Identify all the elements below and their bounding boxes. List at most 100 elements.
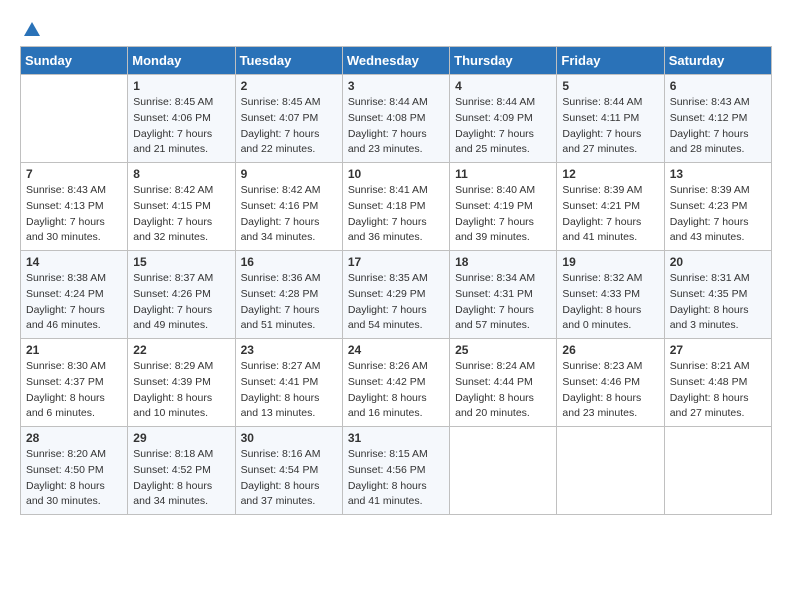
day-cell: [664, 427, 771, 515]
sunrise: Sunrise: 8:34 AM: [455, 272, 535, 284]
sunset: Sunset: 4:08 PM: [348, 112, 426, 124]
day-info: Sunrise: 8:40 AM Sunset: 4:19 PM Dayligh…: [455, 183, 551, 246]
sunrise: Sunrise: 8:29 AM: [133, 360, 213, 372]
day-number: 31: [348, 431, 444, 445]
day-info: Sunrise: 8:21 AM Sunset: 4:48 PM Dayligh…: [670, 359, 766, 422]
day-cell: 31 Sunrise: 8:15 AM Sunset: 4:56 PM Dayl…: [342, 427, 449, 515]
logo-icon: [22, 20, 42, 40]
day-number: 27: [670, 343, 766, 357]
day-info: Sunrise: 8:43 AM Sunset: 4:12 PM Dayligh…: [670, 95, 766, 158]
day-cell: 18 Sunrise: 8:34 AM Sunset: 4:31 PM Dayl…: [450, 251, 557, 339]
day-cell: 25 Sunrise: 8:24 AM Sunset: 4:44 PM Dayl…: [450, 339, 557, 427]
sunrise: Sunrise: 8:39 AM: [670, 184, 750, 196]
sunrise: Sunrise: 8:20 AM: [26, 448, 106, 460]
day-info: Sunrise: 8:15 AM Sunset: 4:56 PM Dayligh…: [348, 447, 444, 510]
sunset: Sunset: 4:29 PM: [348, 288, 426, 300]
day-number: 2: [241, 79, 337, 93]
day-info: Sunrise: 8:42 AM Sunset: 4:16 PM Dayligh…: [241, 183, 337, 246]
daylight: Daylight: 7 hours and 57 minutes.: [455, 304, 534, 332]
day-info: Sunrise: 8:32 AM Sunset: 4:33 PM Dayligh…: [562, 271, 658, 334]
daylight: Daylight: 7 hours and 41 minutes.: [562, 216, 641, 244]
daylight: Daylight: 7 hours and 32 minutes.: [133, 216, 212, 244]
sunset: Sunset: 4:56 PM: [348, 464, 426, 476]
sunrise: Sunrise: 8:16 AM: [241, 448, 321, 460]
day-number: 15: [133, 255, 229, 269]
sunset: Sunset: 4:33 PM: [562, 288, 640, 300]
day-number: 14: [26, 255, 122, 269]
day-number: 16: [241, 255, 337, 269]
header-saturday: Saturday: [664, 47, 771, 75]
daylight: Daylight: 8 hours and 10 minutes.: [133, 392, 212, 420]
day-number: 29: [133, 431, 229, 445]
day-info: Sunrise: 8:38 AM Sunset: 4:24 PM Dayligh…: [26, 271, 122, 334]
day-info: Sunrise: 8:36 AM Sunset: 4:28 PM Dayligh…: [241, 271, 337, 334]
sunrise: Sunrise: 8:37 AM: [133, 272, 213, 284]
day-number: 25: [455, 343, 551, 357]
day-cell: 24 Sunrise: 8:26 AM Sunset: 4:42 PM Dayl…: [342, 339, 449, 427]
day-cell: [557, 427, 664, 515]
calendar-header: SundayMondayTuesdayWednesdayThursdayFrid…: [21, 47, 772, 75]
daylight: Daylight: 8 hours and 41 minutes.: [348, 480, 427, 508]
day-number: 12: [562, 167, 658, 181]
day-info: Sunrise: 8:45 AM Sunset: 4:07 PM Dayligh…: [241, 95, 337, 158]
day-number: 26: [562, 343, 658, 357]
day-cell: 23 Sunrise: 8:27 AM Sunset: 4:41 PM Dayl…: [235, 339, 342, 427]
day-number: 13: [670, 167, 766, 181]
day-cell: 3 Sunrise: 8:44 AM Sunset: 4:08 PM Dayli…: [342, 75, 449, 163]
sunset: Sunset: 4:35 PM: [670, 288, 748, 300]
day-number: 21: [26, 343, 122, 357]
day-info: Sunrise: 8:31 AM Sunset: 4:35 PM Dayligh…: [670, 271, 766, 334]
sunrise: Sunrise: 8:40 AM: [455, 184, 535, 196]
daylight: Daylight: 8 hours and 23 minutes.: [562, 392, 641, 420]
sunrise: Sunrise: 8:45 AM: [241, 96, 321, 108]
header-wednesday: Wednesday: [342, 47, 449, 75]
day-cell: 28 Sunrise: 8:20 AM Sunset: 4:50 PM Dayl…: [21, 427, 128, 515]
day-number: 5: [562, 79, 658, 93]
day-number: 23: [241, 343, 337, 357]
sunrise: Sunrise: 8:43 AM: [26, 184, 106, 196]
sunset: Sunset: 4:28 PM: [241, 288, 319, 300]
week-row-4: 28 Sunrise: 8:20 AM Sunset: 4:50 PM Dayl…: [21, 427, 772, 515]
sunrise: Sunrise: 8:39 AM: [562, 184, 642, 196]
day-cell: 2 Sunrise: 8:45 AM Sunset: 4:07 PM Dayli…: [235, 75, 342, 163]
day-cell: 22 Sunrise: 8:29 AM Sunset: 4:39 PM Dayl…: [128, 339, 235, 427]
sunset: Sunset: 4:31 PM: [455, 288, 533, 300]
sunset: Sunset: 4:39 PM: [133, 376, 211, 388]
daylight: Daylight: 7 hours and 21 minutes.: [133, 128, 212, 156]
logo: [20, 20, 42, 40]
sunrise: Sunrise: 8:38 AM: [26, 272, 106, 284]
daylight: Daylight: 7 hours and 39 minutes.: [455, 216, 534, 244]
daylight: Daylight: 7 hours and 28 minutes.: [670, 128, 749, 156]
daylight: Daylight: 7 hours and 23 minutes.: [348, 128, 427, 156]
day-info: Sunrise: 8:30 AM Sunset: 4:37 PM Dayligh…: [26, 359, 122, 422]
daylight: Daylight: 7 hours and 34 minutes.: [241, 216, 320, 244]
sunset: Sunset: 4:13 PM: [26, 200, 104, 212]
daylight: Daylight: 8 hours and 0 minutes.: [562, 304, 641, 332]
sunrise: Sunrise: 8:36 AM: [241, 272, 321, 284]
day-cell: 4 Sunrise: 8:44 AM Sunset: 4:09 PM Dayli…: [450, 75, 557, 163]
day-info: Sunrise: 8:42 AM Sunset: 4:15 PM Dayligh…: [133, 183, 229, 246]
daylight: Daylight: 7 hours and 46 minutes.: [26, 304, 105, 332]
sunrise: Sunrise: 8:30 AM: [26, 360, 106, 372]
sunset: Sunset: 4:46 PM: [562, 376, 640, 388]
sunrise: Sunrise: 8:27 AM: [241, 360, 321, 372]
sunrise: Sunrise: 8:35 AM: [348, 272, 428, 284]
daylight: Daylight: 8 hours and 27 minutes.: [670, 392, 749, 420]
day-cell: 5 Sunrise: 8:44 AM Sunset: 4:11 PM Dayli…: [557, 75, 664, 163]
sunset: Sunset: 4:16 PM: [241, 200, 319, 212]
day-info: Sunrise: 8:23 AM Sunset: 4:46 PM Dayligh…: [562, 359, 658, 422]
sunset: Sunset: 4:37 PM: [26, 376, 104, 388]
day-info: Sunrise: 8:41 AM Sunset: 4:18 PM Dayligh…: [348, 183, 444, 246]
day-cell: 9 Sunrise: 8:42 AM Sunset: 4:16 PM Dayli…: [235, 163, 342, 251]
sunset: Sunset: 4:19 PM: [455, 200, 533, 212]
day-info: Sunrise: 8:26 AM Sunset: 4:42 PM Dayligh…: [348, 359, 444, 422]
sunset: Sunset: 4:23 PM: [670, 200, 748, 212]
day-number: 20: [670, 255, 766, 269]
daylight: Daylight: 7 hours and 25 minutes.: [455, 128, 534, 156]
sunrise: Sunrise: 8:31 AM: [670, 272, 750, 284]
daylight: Daylight: 8 hours and 20 minutes.: [455, 392, 534, 420]
sunset: Sunset: 4:41 PM: [241, 376, 319, 388]
day-info: Sunrise: 8:20 AM Sunset: 4:50 PM Dayligh…: [26, 447, 122, 510]
day-cell: 20 Sunrise: 8:31 AM Sunset: 4:35 PM Dayl…: [664, 251, 771, 339]
day-cell: 26 Sunrise: 8:23 AM Sunset: 4:46 PM Dayl…: [557, 339, 664, 427]
